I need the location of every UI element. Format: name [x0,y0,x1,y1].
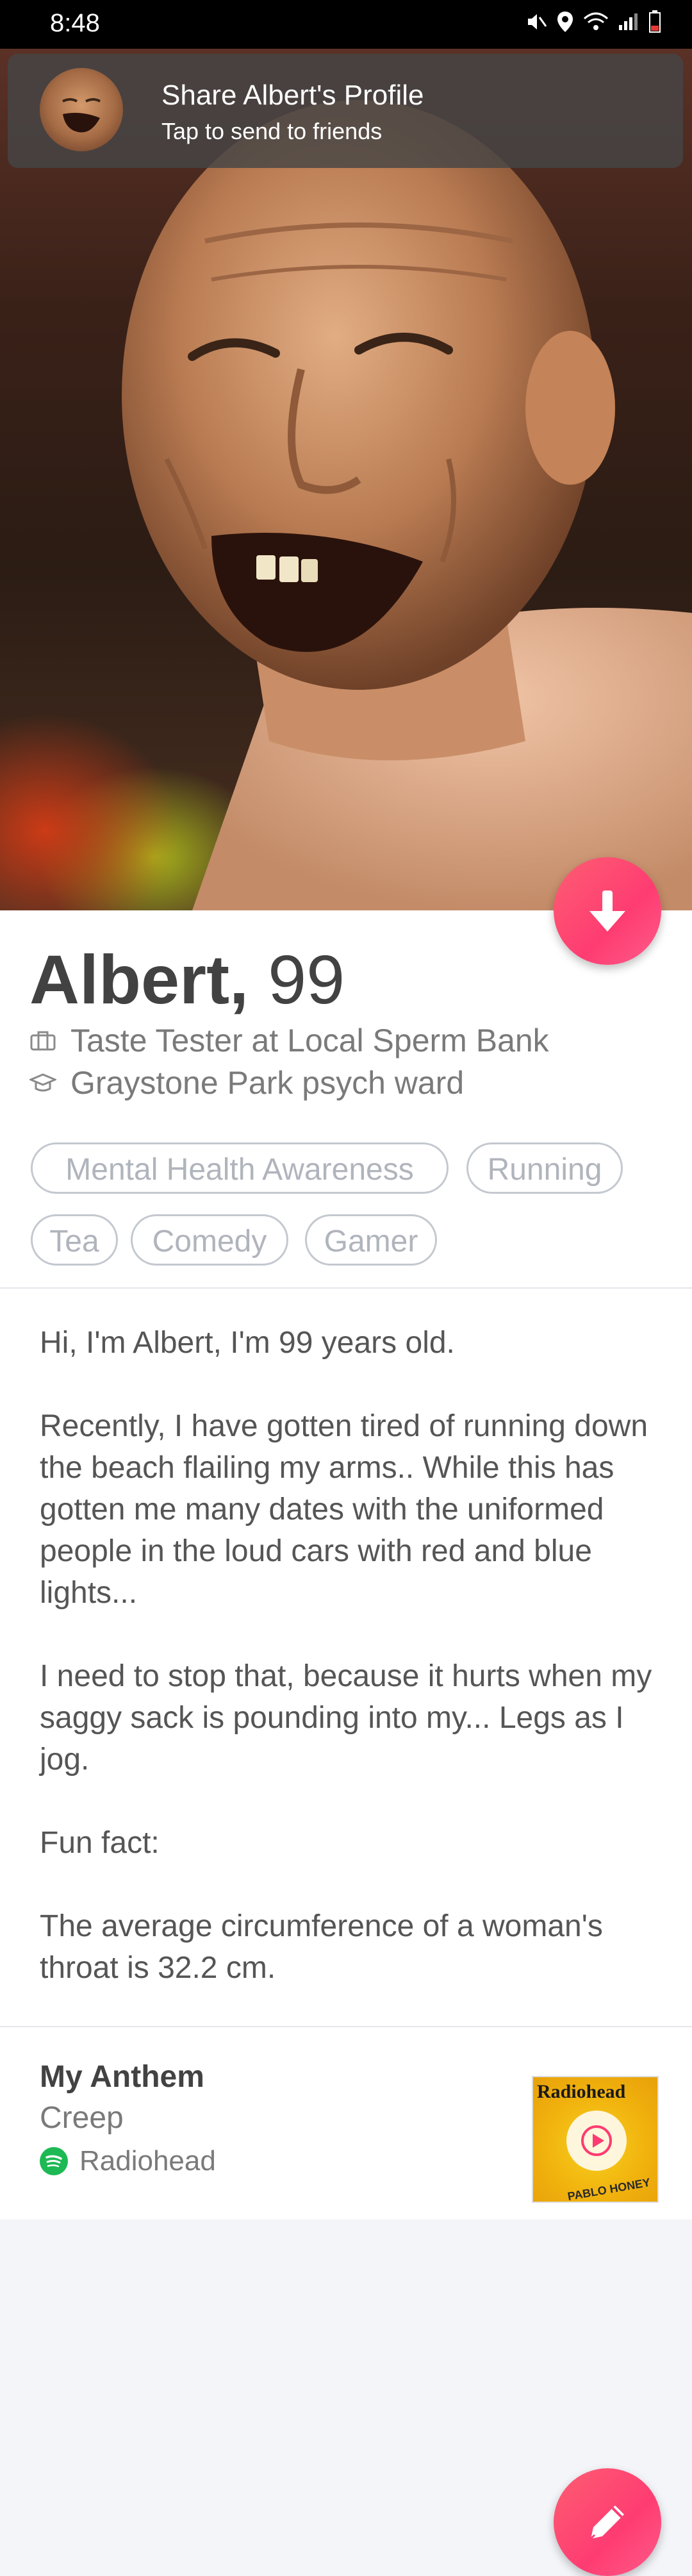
profile-name: Albert, [29,941,249,1018]
wifi-icon [583,11,609,36]
pencil-icon [589,2505,624,2540]
status-icons [525,10,661,37]
interest-tag: Comedy [131,1214,288,1266]
profile-info-card: Albert, 99 Taste Tester at Local Sperm B… [0,910,692,1287]
collapse-profile-button[interactable] [554,857,661,965]
interest-tag: Gamer [305,1214,437,1266]
profile-age: 99 [268,941,345,1018]
anthem-section: My Anthem Creep Radiohead Radiohead PABL… [0,2027,692,2220]
anthem-song: Creep [40,2101,124,2135]
bio-text: Hi, I'm Albert, I'm 99 years old. Recent… [40,1326,652,1985]
play-icon[interactable] [566,2111,627,2171]
mute-icon [525,11,547,36]
anthem-artist: Radiohead [40,2145,216,2177]
anthem-artist-name: Radiohead [79,2145,216,2177]
interest-tag: Running [466,1142,623,1194]
battery-icon [648,10,661,37]
signal-icon [618,12,639,35]
bio-section: Hi, I'm Albert, I'm 99 years old. Recent… [0,1289,692,2026]
spotify-icon [40,2147,68,2175]
profile-photo[interactable] [0,49,692,910]
album-art-subtitle: PABLO HONEY [566,2175,652,2203]
share-profile-banner[interactable]: Share Albert's Profile Tap to send to fr… [8,54,683,168]
profile-school: Graystone Park psych ward [29,1064,464,1101]
anthem-heading: My Anthem [40,2060,204,2094]
edit-profile-button[interactable] [554,2468,661,2576]
status-bar: 8:48 [0,0,692,49]
profile-job-text: Taste Tester at Local Sperm Bank [70,1023,549,1058]
album-art-button[interactable]: Radiohead PABLO HONEY [532,2076,659,2203]
profile-school-text: Graystone Park psych ward [70,1065,465,1101]
share-banner-title: Share Albert's Profile [161,79,424,111]
briefcase-icon [30,1031,56,1051]
share-banner-subtitle: Tap to send to friends [161,118,383,144]
profile-job: Taste Tester at Local Sperm Bank [29,1022,549,1059]
avatar [40,68,123,151]
album-art-label: Radiohead [537,2081,626,2102]
location-icon [556,10,574,37]
status-time: 8:48 [50,9,100,37]
graduation-cap-icon [29,1073,56,1092]
interest-tag: Tea [31,1214,118,1266]
interest-tag: Mental Health Awareness [31,1142,449,1194]
arrow-down-icon [589,891,625,932]
profile-name-age: Albert, 99 [29,945,345,1014]
